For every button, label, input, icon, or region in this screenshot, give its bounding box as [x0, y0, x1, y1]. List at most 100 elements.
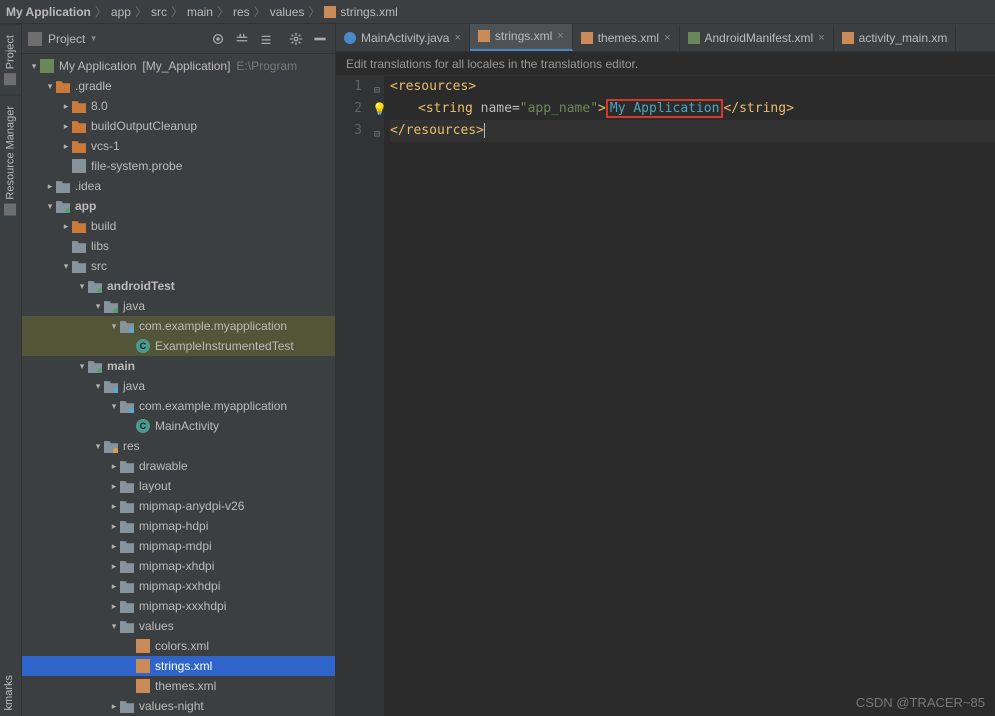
sources-folder-icon	[104, 379, 118, 393]
close-icon[interactable]: ×	[818, 32, 824, 44]
package-icon	[120, 319, 134, 333]
tool-tab-resource-manager[interactable]: Resource Manager	[0, 95, 21, 226]
chevron-right-icon: 〉	[217, 3, 229, 20]
folder-icon	[120, 519, 134, 533]
tree-mipmap-m[interactable]: ▸mipmap-mdpi	[22, 536, 335, 556]
xml-file-icon	[478, 30, 490, 42]
tree-mipmap-xh[interactable]: ▸mipmap-xhdpi	[22, 556, 335, 576]
watermark: CSDN @TRACER~85	[856, 695, 985, 710]
breadcrumb-app[interactable]: app	[111, 5, 131, 19]
tree-drawable[interactable]: ▸drawable	[22, 456, 335, 476]
file-icon	[72, 159, 86, 173]
tree-mipmap-xxh[interactable]: ▸mipmap-xxhdpi	[22, 576, 335, 596]
tree-root[interactable]: ▾My Application[My_Application]E:\Progra…	[22, 56, 335, 76]
close-icon[interactable]: ×	[664, 32, 670, 44]
folder-icon	[120, 579, 134, 593]
resources-folder-icon	[104, 439, 118, 453]
select-opened-file-icon[interactable]	[209, 30, 227, 48]
tree-themes-xml[interactable]: ▸themes.xml	[22, 676, 335, 696]
tree-mipmap-xxxh[interactable]: ▸mipmap-xxxhdpi	[22, 596, 335, 616]
hide-panel-icon[interactable]	[311, 30, 329, 48]
folder-icon	[72, 119, 86, 133]
tree-gradle-80[interactable]: ▸8.0	[22, 96, 335, 116]
tree-at-pkg[interactable]: ▾com.example.myapplication	[22, 316, 335, 336]
folder-icon	[72, 99, 86, 113]
breadcrumb-main[interactable]: main	[187, 5, 213, 19]
folder-icon	[120, 539, 134, 553]
collapse-all-icon[interactable]	[257, 30, 275, 48]
code-token: >	[598, 101, 606, 116]
editor-notification-bar[interactable]: Edit translations for all locales in the…	[336, 52, 995, 76]
tree-mainactivity[interactable]: ▸CMainActivity	[22, 416, 335, 436]
highlighted-text: My Application	[606, 99, 724, 118]
chevron-right-icon: 〉	[171, 3, 183, 20]
tree-src[interactable]: ▾src	[22, 256, 335, 276]
chevron-right-icon: 〉	[308, 3, 320, 20]
tree-mipmap-any[interactable]: ▸mipmap-anydpi-v26	[22, 496, 335, 516]
tree-m-pkg[interactable]: ▾com.example.myapplication	[22, 396, 335, 416]
tree-gradle-probe[interactable]: ▸file-system.probe	[22, 156, 335, 176]
intention-bulb-icon[interactable]: 💡	[372, 98, 387, 120]
breadcrumb-root[interactable]: My Application	[6, 5, 91, 19]
tree-androidtest[interactable]: ▾androidTest	[22, 276, 335, 296]
tree-gradle-boc[interactable]: ▸buildOutputCleanup	[22, 116, 335, 136]
breadcrumb-src[interactable]: src	[151, 5, 167, 19]
tab-mainactivity[interactable]: MainActivity.java×	[336, 25, 470, 51]
code-content[interactable]: <resources> 💡 <string name="app_name">My…	[384, 76, 995, 716]
tab-themes-xml[interactable]: themes.xml×	[573, 25, 680, 51]
tree-build[interactable]: ▸build	[22, 216, 335, 236]
settings-icon[interactable]	[287, 30, 305, 48]
manifest-file-icon	[688, 32, 700, 44]
sources-folder-icon	[104, 299, 118, 313]
folder-icon	[120, 479, 134, 493]
tree-strings-xml[interactable]: ▸strings.xml	[22, 656, 335, 676]
chevron-down-icon: ▾	[91, 33, 96, 44]
xml-file-icon	[842, 32, 854, 44]
xml-file-icon	[136, 639, 150, 653]
folder-icon	[72, 239, 86, 253]
tree-at-java[interactable]: ▾java	[22, 296, 335, 316]
tree-app[interactable]: ▾app	[22, 196, 335, 216]
tree-at-class[interactable]: ▸CExampleInstrumentedTest	[22, 336, 335, 356]
resource-manager-icon	[5, 204, 17, 216]
tool-window-bar-left: Project Resource Manager kmarks	[0, 24, 22, 716]
tree-colors-xml[interactable]: ▸colors.xml	[22, 636, 335, 656]
breadcrumb-file[interactable]: strings.xml	[324, 5, 397, 19]
close-icon[interactable]: ×	[454, 32, 460, 44]
gutter[interactable]: 1⊟ 2 3⊟	[336, 76, 384, 716]
tab-activity-main[interactable]: activity_main.xm	[834, 25, 957, 51]
tree-libs[interactable]: ▸libs	[22, 236, 335, 256]
tree-main[interactable]: ▾main	[22, 356, 335, 376]
sources-folder-icon	[88, 359, 102, 373]
code-token: </resources>	[390, 123, 484, 138]
tool-tab-project[interactable]: Project	[0, 24, 21, 95]
folder-icon	[120, 599, 134, 613]
project-view-selector[interactable]: Project	[48, 32, 85, 46]
tree-idea[interactable]: ▸.idea	[22, 176, 335, 196]
chevron-right-icon: 〉	[135, 3, 147, 20]
tree-res[interactable]: ▾res	[22, 436, 335, 456]
project-tree[interactable]: ▾My Application[My_Application]E:\Progra…	[22, 54, 335, 716]
code-token: name	[481, 101, 512, 116]
expand-all-icon[interactable]	[233, 30, 251, 48]
code-editor[interactable]: 1⊟ 2 3⊟ <resources> 💡 <string name="app_…	[336, 76, 995, 716]
xml-file-icon	[136, 659, 150, 673]
tree-gradle[interactable]: ▾.gradle	[22, 76, 335, 96]
tree-values[interactable]: ▾values	[22, 616, 335, 636]
tree-m-java[interactable]: ▾java	[22, 376, 335, 396]
breadcrumb-values[interactable]: values	[270, 5, 305, 19]
tab-strings-xml[interactable]: strings.xml×	[470, 24, 573, 51]
tree-mipmap-h[interactable]: ▸mipmap-hdpi	[22, 516, 335, 536]
java-class-icon	[344, 32, 356, 44]
folder-icon	[72, 219, 86, 233]
tree-gradle-vcs[interactable]: ▸vcs-1	[22, 136, 335, 156]
tree-layout[interactable]: ▸layout	[22, 476, 335, 496]
module-folder-icon	[56, 199, 70, 213]
project-view-icon	[28, 32, 42, 46]
close-icon[interactable]: ×	[557, 30, 563, 42]
tab-androidmanifest[interactable]: AndroidManifest.xml×	[680, 25, 834, 51]
tree-values-night[interactable]: ▸values-night	[22, 696, 335, 716]
fold-end-icon[interactable]: ⊟	[374, 124, 380, 146]
tool-tab-bookmarks[interactable]: kmarks	[0, 669, 21, 716]
breadcrumb-res[interactable]: res	[233, 5, 250, 19]
